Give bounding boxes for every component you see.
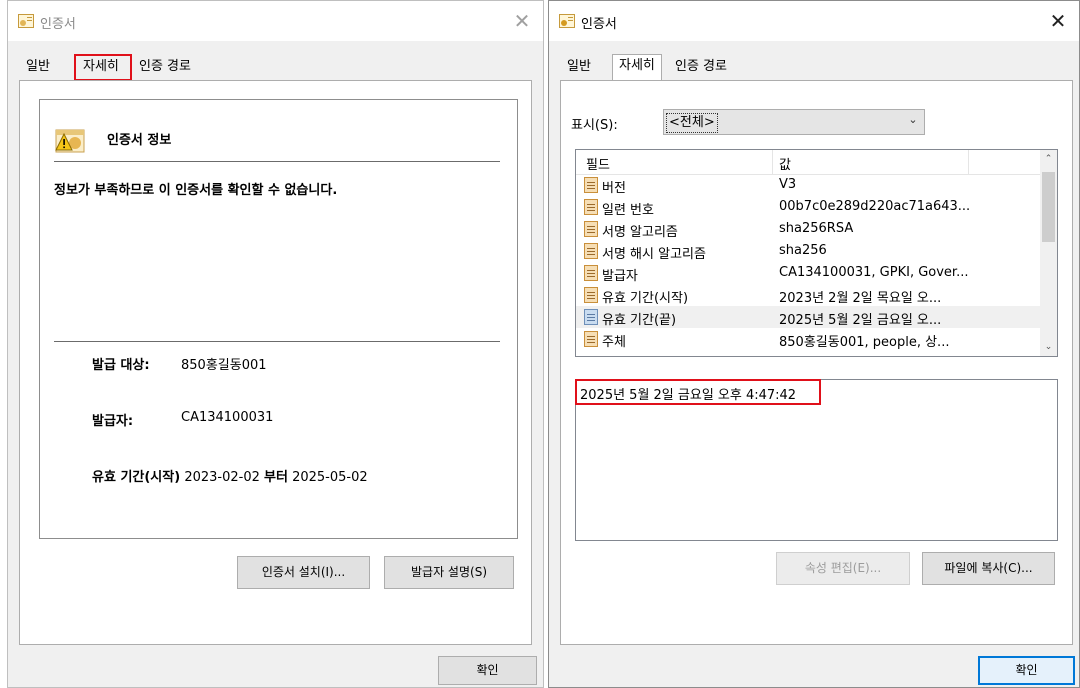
field-document-icon: [584, 199, 598, 215]
valid-to-value: 2025-05-02: [292, 470, 368, 485]
tab-certification-path[interactable]: 인증 경로: [669, 56, 733, 80]
list-item[interactable]: 주체 850홍길동001, people, 상...: [576, 328, 1041, 350]
scroll-thumb[interactable]: [1042, 172, 1055, 242]
field-document-icon: [584, 243, 598, 259]
field-value: V3: [779, 177, 797, 192]
valid-from-value: 2023-02-02: [184, 470, 260, 485]
validity-label: 유효 기간(시작): [92, 470, 181, 485]
issued-to-label: 발급 대상:: [92, 358, 150, 373]
field-name: 서명 알고리즘: [602, 225, 678, 240]
issuer-statement-button[interactable]: 발급자 설명(S): [384, 556, 514, 589]
field-document-icon: [584, 265, 598, 281]
field-name: 주체: [602, 335, 626, 350]
field-name: 발급자: [602, 269, 638, 284]
tab-certification-path[interactable]: 인증 경로: [133, 56, 197, 80]
install-certificate-button[interactable]: 인증서 설치(I)...: [237, 556, 370, 589]
close-button[interactable]: ✕: [1043, 7, 1073, 35]
list-item[interactable]: 발급자 CA134100031, GPKI, Gover...: [576, 262, 1041, 284]
validity-to-label: 부터: [264, 470, 288, 485]
divider: [54, 161, 500, 162]
field-name: 유효 기간(시작): [602, 291, 689, 306]
divider: [54, 341, 500, 342]
certificate-warning-icon: [55, 129, 85, 153]
tab-general[interactable]: 일반: [20, 56, 56, 80]
tab-general[interactable]: 일반: [561, 56, 597, 80]
field-value: 2025년 5월 2일 금요일 오...: [779, 313, 942, 328]
column-header-value[interactable]: 값: [779, 154, 791, 173]
column-divider: [772, 150, 773, 174]
ok-button[interactable]: 확인: [438, 656, 537, 685]
field-value: sha256RSA: [779, 221, 854, 236]
field-name: 유효 기간(끝): [602, 313, 677, 328]
window-title: 인증서: [581, 17, 617, 32]
field-document-icon: [584, 309, 598, 325]
tab-details-highlight: [74, 54, 132, 81]
list-item[interactable]: 서명 알고리즘 sha256RSA: [576, 218, 1041, 240]
field-value: 00b7c0e289d220ac71a643...: [779, 199, 971, 214]
issued-to-value: 850홍길동001: [181, 358, 267, 373]
issued-by-value: CA134100031: [181, 410, 274, 425]
field-value: 850홍길동001, people, 상...: [779, 335, 950, 350]
field-name: 버전: [602, 181, 626, 196]
field-document-icon: [584, 221, 598, 237]
show-dropdown[interactable]: <전체> ⌄: [663, 109, 925, 135]
chevron-down-icon: ⌄: [908, 113, 918, 126]
field-value: sha256: [779, 243, 827, 258]
column-header-field[interactable]: 필드: [586, 154, 610, 173]
field-list[interactable]: 필드 값 버전 V3 일련 번호 00b7c0e289d220ac71a643... 서…: [575, 149, 1058, 357]
certificate-icon: [18, 14, 34, 28]
list-scrollbar[interactable]: ⌃ ⌄: [1040, 150, 1057, 356]
tab-details[interactable]: 자세히: [612, 54, 662, 81]
scroll-up-icon[interactable]: ⌃: [1040, 154, 1057, 164]
column-divider: [968, 150, 969, 174]
scroll-down-icon[interactable]: ⌄: [1040, 342, 1057, 352]
list-item[interactable]: 서명 해시 알고리즘 sha256: [576, 240, 1041, 262]
issued-by-label: 발급자:: [92, 414, 134, 429]
edit-properties-button[interactable]: 속성 편집(E)...: [776, 552, 910, 585]
show-dropdown-value: <전체>: [666, 113, 718, 133]
field-document-icon: [584, 287, 598, 303]
show-label: 표시(S):: [571, 118, 618, 133]
title-bar: 인증서 ✕: [549, 1, 1079, 41]
detail-text-highlight: [575, 379, 821, 405]
field-name: 일련 번호: [602, 203, 654, 218]
list-item[interactable]: 유효 기간(끝) 2025년 5월 2일 금요일 오...: [576, 306, 1041, 328]
list-item[interactable]: 버전 V3: [576, 174, 1041, 196]
list-item[interactable]: 유효 기간(시작) 2023년 2월 2일 목요일 오...: [576, 284, 1041, 306]
field-value: CA134100031, GPKI, Gover...: [779, 265, 969, 280]
field-document-icon: [584, 177, 598, 193]
window-title: 인증서: [40, 17, 76, 32]
field-name: 서명 해시 알고리즘: [602, 247, 706, 262]
list-header: 필드 값: [576, 150, 1041, 175]
field-value: 2023년 2월 2일 목요일 오...: [779, 291, 942, 306]
ok-button[interactable]: 확인: [978, 656, 1075, 685]
certificate-dialog-details: 인증서 ✕ 일반 자세히 인증 경로 표시(S): <전체> ⌄ 필드 값 버전…: [548, 0, 1080, 688]
list-item[interactable]: 일련 번호 00b7c0e289d220ac71a643...: [576, 196, 1041, 218]
insufficient-info-message: 정보가 부족하므로 이 인증서를 확인할 수 없습니다.: [54, 183, 338, 198]
copy-to-file-button[interactable]: 파일에 복사(C)...: [922, 552, 1055, 585]
close-button[interactable]: ✕: [507, 7, 537, 35]
title-bar: 인증서 ✕: [8, 1, 543, 41]
certificate-icon: [559, 14, 575, 28]
info-heading: 인증서 정보: [107, 133, 172, 148]
certificate-info-box: 인증서 정보 정보가 부족하므로 이 인증서를 확인할 수 없습니다. 발급 대…: [39, 99, 518, 539]
validity-row: 유효 기간(시작) 2023-02-02 부터 2025-05-02: [92, 466, 368, 485]
certificate-dialog-general: 인증서 ✕ 일반 자세히 인증 경로 인증서 정보 정보가 부족하므로 이 인증…: [7, 0, 544, 688]
field-document-icon: [584, 331, 598, 347]
